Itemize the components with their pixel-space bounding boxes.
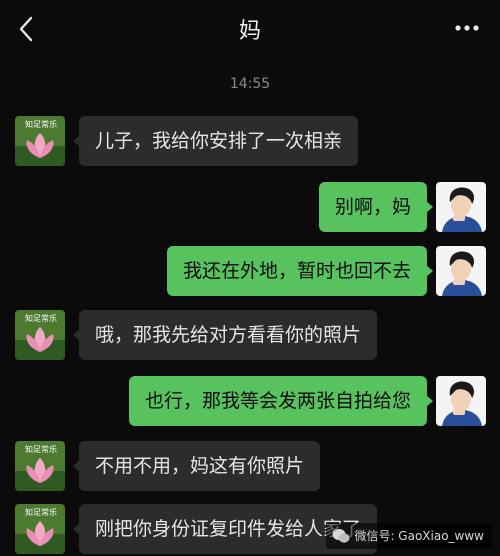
lotus-icon: 知足常乐 [15,116,65,166]
avatar[interactable]: 知足常乐 [15,504,65,554]
outgoing-message-bubble[interactable]: 别啊，妈 [318,182,434,232]
wechat-icon [332,529,350,543]
avatar-caption: 知足常乐 [25,119,57,129]
outgoing-message-bubble[interactable]: 也行，那我等会发两张自拍给您 [128,376,434,426]
lotus-icon: 知足常乐 [15,310,65,360]
watermark: 微信号: GaoXiao_www [326,523,492,549]
message-timestamp: 14:55 [229,76,271,92]
chat-header: 妈 [0,0,500,58]
avatar[interactable] [436,182,486,232]
cartoon-boy-icon [436,182,486,232]
avatar[interactable] [436,246,486,296]
avatar-caption: 知足常乐 [25,444,57,454]
incoming-message-bubble[interactable]: 不用不用，妈这有你照片 [72,441,321,491]
avatar[interactable] [436,376,486,426]
avatar[interactable]: 知足常乐 [15,116,65,166]
avatar-caption: 知足常乐 [25,313,57,323]
lotus-icon: 知足常乐 [15,441,65,491]
lotus-icon: 知足常乐 [15,504,65,554]
outgoing-message-bubble[interactable]: 我还在外地，暂时也回不去 [166,246,434,296]
more-button[interactable] [452,18,482,38]
watermark-text: 微信号: GaoXiao_www [354,529,484,543]
avatar[interactable]: 知足常乐 [15,441,65,491]
chat-title: 妈 [238,19,261,44]
cartoon-boy-icon [436,246,486,296]
cartoon-boy-icon [436,376,486,426]
avatar-caption: 知足常乐 [25,507,57,517]
incoming-message-bubble[interactable]: 哦，那我先给对方看看你的照片 [72,310,378,360]
incoming-message-bubble[interactable]: 儿子，我给你安排了一次相亲 [72,116,359,166]
more-dots-icon [455,25,479,31]
avatar[interactable]: 知足常乐 [15,310,65,360]
